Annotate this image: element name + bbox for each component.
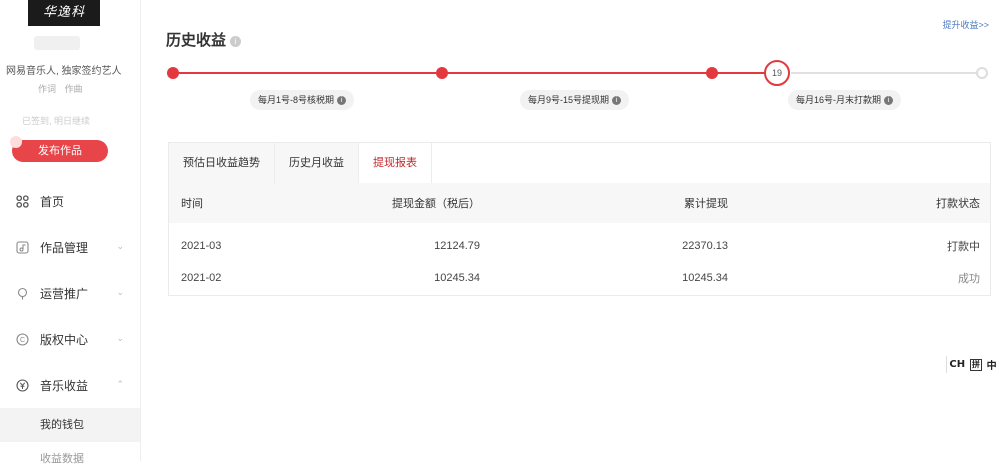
sidebar-item-home[interactable]: 首页 xyxy=(0,178,140,224)
col-amount: 提现金额（税后） xyxy=(392,198,480,210)
publish-button[interactable]: 发布作品 xyxy=(10,136,108,162)
timeline-dot xyxy=(706,67,718,79)
sidebar-item-label: 作品管理 xyxy=(40,240,89,255)
grid-icon xyxy=(16,194,29,208)
signin-status: 已签到, 明日继续 xyxy=(22,116,91,126)
timeline-end-dot xyxy=(976,67,988,79)
ime-lang: 中 xyxy=(986,361,997,372)
info-icon[interactable]: i xyxy=(884,96,894,106)
tag-composer: 作曲 xyxy=(64,84,83,94)
sidebar-nav: 首页 作品管理 ⌄ 运营推广 ⌄ C 版权中心 ⌄ 音乐收益 ⌃ 我的钱包 收益… xyxy=(0,178,140,476)
cell-time: 2021-02 xyxy=(181,272,222,284)
music-doc-icon xyxy=(16,240,29,254)
timeline-dot xyxy=(436,67,448,79)
timeline-phase-payment: 每月16号-月末打款期 i xyxy=(788,90,902,110)
chevron-down-icon: ⌄ xyxy=(116,287,124,297)
table-row: 2021-02 10245.34 10245.34 成功 xyxy=(169,263,990,293)
sidebar-item-music-income[interactable]: 音乐收益 ⌃ xyxy=(0,362,140,408)
timeline-remaining-line xyxy=(791,72,981,74)
ime-mode: CH xyxy=(949,359,966,370)
sidebar-item-label: 音乐收益 xyxy=(40,378,89,393)
chevron-down-icon: ⌄ xyxy=(116,241,124,251)
cell-time: 2021-03 xyxy=(181,240,222,252)
col-cumulative: 累计提现 xyxy=(684,198,728,210)
phase-label: 每月16号-月末打款期 xyxy=(796,95,882,105)
income-tabs: 预估日收益趋势 历史月收益 提现报表 xyxy=(169,143,432,183)
sidebar-item-label: 运营推广 xyxy=(40,286,89,301)
brand-logo: 华逸科 xyxy=(28,0,100,26)
upgrade-income-link[interactable]: 提升收益>> xyxy=(942,18,989,31)
timeline-phase-tax: 每月1号-8号核税期 i xyxy=(250,90,355,110)
chevron-down-icon: ⌄ xyxy=(116,333,124,343)
ime-indicator[interactable]: CH 拼 中 xyxy=(946,356,999,373)
info-icon[interactable]: i xyxy=(230,35,242,47)
timeline-progress-line xyxy=(173,72,773,74)
cell-status: 成功 xyxy=(958,273,980,285)
sidebar-item-label: 首页 xyxy=(40,194,65,209)
sidebar-item-works[interactable]: 作品管理 ⌄ xyxy=(0,224,140,270)
info-icon[interactable]: i xyxy=(337,96,347,106)
cell-amount: 12124.79 xyxy=(434,240,480,252)
timeline-current-day: 19 xyxy=(764,60,790,86)
tag-lyricist: 作词 xyxy=(38,84,57,94)
chevron-up-icon: ⌃ xyxy=(116,379,124,389)
sidebar: 华逸科 网易音乐人, 独家签约艺人 作词 作曲 已签到, 明日继续 发布作品 首… xyxy=(0,0,141,465)
cell-cumulative: 10245.34 xyxy=(682,272,728,284)
phase-label: 每月1号-8号核税期 xyxy=(258,95,335,105)
artist-name-blurred xyxy=(34,36,80,50)
page-title: 历史收益 i xyxy=(166,29,242,50)
tab-withdraw-report[interactable]: 提现报表 xyxy=(359,143,432,183)
timeline-phase-withdraw: 每月9号-15号提现期 i xyxy=(520,90,630,110)
info-icon[interactable]: i xyxy=(612,96,622,106)
sidebar-subitem-income-data[interactable]: 收益数据 xyxy=(0,442,140,476)
sidebar-subitem-wallet[interactable]: 我的钱包 xyxy=(0,408,140,442)
artist-description: 网易音乐人, 独家签约艺人 xyxy=(6,66,122,77)
publish-button-label: 发布作品 xyxy=(38,145,82,157)
sidebar-item-copyright[interactable]: C 版权中心 ⌄ xyxy=(0,316,140,362)
cell-amount: 10245.34 xyxy=(434,272,480,284)
phase-label: 每月9号-15号提现期 xyxy=(528,95,610,105)
col-time: 时间 xyxy=(181,198,203,210)
timeline-dot xyxy=(167,67,179,79)
svg-text:C: C xyxy=(20,337,25,344)
tab-daily-trend[interactable]: 预估日收益趋势 xyxy=(169,143,275,183)
yen-icon xyxy=(16,378,29,392)
sidebar-item-label: 版权中心 xyxy=(40,332,89,347)
table-row: 2021-03 12124.79 22370.13 打款中 xyxy=(169,231,990,261)
table-header: 时间 提现金额（税后） 累计提现 打款状态 xyxy=(169,183,990,223)
cell-cumulative: 22370.13 xyxy=(682,240,728,252)
tab-monthly-history[interactable]: 历史月收益 xyxy=(275,143,359,183)
copyright-icon: C xyxy=(16,332,29,346)
income-card: 预估日收益趋势 历史月收益 提现报表 时间 提现金额（税后） 累计提现 打款状态… xyxy=(168,142,991,296)
col-status: 打款状态 xyxy=(936,198,980,210)
ime-pinyin-icon: 拼 xyxy=(969,358,982,371)
artist-tags: 作词 作曲 xyxy=(38,82,89,95)
cell-status: 打款中 xyxy=(947,241,980,253)
publish-badge-dot xyxy=(10,136,22,148)
payout-timeline: 19 每月1号-8号核税期 i 每月9号-15号提现期 i 每月16号-月末打款期 i xyxy=(140,60,999,120)
sidebar-item-promotion[interactable]: 运营推广 ⌄ xyxy=(0,270,140,316)
main-content: 历史收益 i 提升收益>> 19 每月1号-8号核税期 i 每月9号-15号提现期 i… xyxy=(140,0,999,461)
page-title-text: 历史收益 xyxy=(166,32,227,49)
pin-icon xyxy=(16,287,29,300)
